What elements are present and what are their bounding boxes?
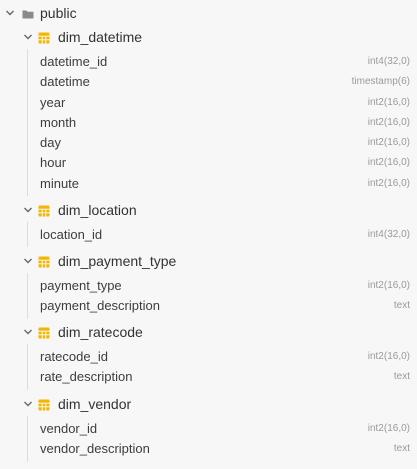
- column-type: int2(16,0): [367, 178, 410, 189]
- column-name: location_id: [40, 227, 103, 242]
- schema-node-public[interactable]: public: [0, 0, 417, 26]
- schema-label: public: [40, 5, 77, 21]
- column-item[interactable]: payment_type int2(16,0): [0, 276, 417, 296]
- column-item[interactable]: payment_description text: [0, 296, 417, 316]
- column-item[interactable]: minute int2(16,0): [0, 174, 417, 194]
- column-type: int4(32,0): [367, 56, 410, 67]
- table-label: dim_payment_type: [58, 253, 177, 269]
- table-icon: [38, 31, 50, 44]
- column-item[interactable]: year int2(16,0): [0, 93, 417, 113]
- column-item[interactable]: location_id int4(32,0): [0, 225, 417, 245]
- column-type: int2(16,0): [367, 157, 410, 168]
- table-label: dim_ratecode: [58, 324, 143, 340]
- column-name: month: [40, 115, 77, 130]
- column-type: int4(32,0): [367, 229, 410, 240]
- table-node-dim-payment-type[interactable]: dim_payment_type: [0, 250, 417, 272]
- column-name: vendor_id: [40, 421, 98, 436]
- chevron-down-icon[interactable]: [21, 203, 35, 217]
- column-item[interactable]: vendor_description text: [0, 439, 417, 459]
- column-name: datetime_id: [40, 54, 108, 69]
- column-type: int2(16,0): [367, 137, 410, 148]
- column-name: payment_description: [40, 298, 160, 313]
- column-name: rate_description: [40, 369, 133, 384]
- table-icon: [38, 204, 50, 217]
- column-item[interactable]: month int2(16,0): [0, 113, 417, 133]
- table-label: dim_location: [58, 202, 137, 218]
- table-icon: [38, 326, 50, 339]
- column-type: int2(16,0): [367, 97, 410, 108]
- column-item[interactable]: datetime timestamp(6): [0, 72, 417, 92]
- column-type: text: [393, 371, 410, 382]
- chevron-down-icon[interactable]: [3, 6, 17, 20]
- column-item[interactable]: rate_description text: [0, 367, 417, 387]
- folder-icon: [22, 7, 34, 19]
- column-name: day: [40, 135, 61, 150]
- chevron-down-icon[interactable]: [21, 30, 35, 44]
- column-item[interactable]: hour int2(16,0): [0, 153, 417, 173]
- schema-tree: public dim_datetime datetime_id int4(32,…: [0, 0, 417, 469]
- chevron-down-icon[interactable]: [21, 254, 35, 268]
- table-label: dim_vendor: [58, 396, 132, 412]
- column-type: text: [393, 443, 410, 454]
- column-name: hour: [40, 155, 67, 170]
- column-type: int2(16,0): [367, 280, 410, 291]
- column-type: text: [393, 300, 410, 311]
- table-node-dim-datetime[interactable]: dim_datetime: [0, 26, 417, 48]
- column-type: int2(16,0): [367, 423, 410, 434]
- column-item[interactable]: ratecode_id int2(16,0): [0, 347, 417, 367]
- chevron-down-icon[interactable]: [21, 397, 35, 411]
- table-icon: [38, 255, 50, 268]
- column-name: minute: [40, 176, 80, 191]
- column-name: year: [40, 95, 66, 110]
- table-node-dim-vendor[interactable]: dim_vendor: [0, 393, 417, 415]
- column-name: vendor_description: [40, 441, 150, 456]
- column-name: ratecode_id: [40, 349, 108, 364]
- table-node-dim-location[interactable]: dim_location: [0, 199, 417, 221]
- column-type: int2(16,0): [367, 351, 410, 362]
- column-item[interactable]: vendor_id int2(16,0): [0, 419, 417, 439]
- chevron-down-icon[interactable]: [21, 325, 35, 339]
- table-icon: [38, 398, 50, 411]
- column-item[interactable]: datetime_id int4(32,0): [0, 52, 417, 72]
- table-node-dim-ratecode[interactable]: dim_ratecode: [0, 321, 417, 343]
- column-item[interactable]: day int2(16,0): [0, 133, 417, 153]
- column-name: datetime: [40, 74, 90, 89]
- table-label: dim_datetime: [58, 29, 143, 45]
- column-type: timestamp(6): [351, 76, 410, 87]
- column-type: int2(16,0): [367, 117, 410, 128]
- column-name: payment_type: [40, 278, 122, 293]
